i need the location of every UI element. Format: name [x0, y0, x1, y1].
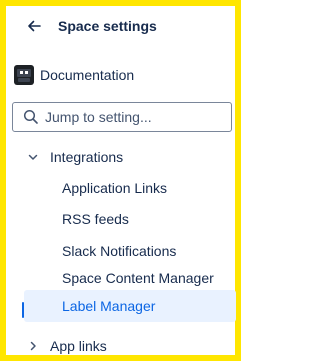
nav-item-label: RSS feeds: [62, 211, 129, 227]
page-title: Space settings: [58, 18, 157, 34]
nav-item-slack-notifications[interactable]: Slack Notifications: [24, 237, 236, 265]
nav-item-label-manager[interactable]: Label Manager: [24, 290, 236, 322]
nav-item-label: Slack Notifications: [62, 243, 177, 259]
nav-item-application-links[interactable]: Application Links: [24, 174, 236, 202]
settings-search[interactable]: [12, 102, 232, 132]
back-button[interactable]: [22, 14, 46, 38]
nav-item-label: Application Links: [62, 180, 168, 196]
settings-header: Space settings: [12, 12, 232, 40]
space-name: Documentation: [40, 67, 135, 83]
app-frame: Space settings Documentation In: [0, 0, 241, 361]
nav-group-app-links[interactable]: App links: [12, 332, 234, 360]
nav-group-label: App links: [50, 338, 107, 354]
space-link[interactable]: Documentation: [12, 62, 232, 88]
space-avatar-icon: [14, 65, 34, 85]
nav-item-space-content-manager[interactable]: Space Content Manager: [24, 264, 236, 292]
arrow-left-icon: [28, 20, 41, 32]
nav-item-label: Label Manager: [62, 298, 156, 314]
search-input[interactable]: [45, 109, 225, 125]
nav-item-rss-feeds[interactable]: RSS feeds: [24, 205, 236, 233]
selected-indicator: [22, 302, 24, 318]
chevron-right-icon: [26, 339, 40, 353]
nav-item-label: Space Content Manager: [62, 270, 214, 286]
nav-group-label: Integrations: [50, 149, 124, 165]
search-icon: [23, 109, 39, 125]
nav-group-integrations[interactable]: Integrations: [12, 143, 234, 171]
chevron-down-icon: [26, 150, 40, 164]
